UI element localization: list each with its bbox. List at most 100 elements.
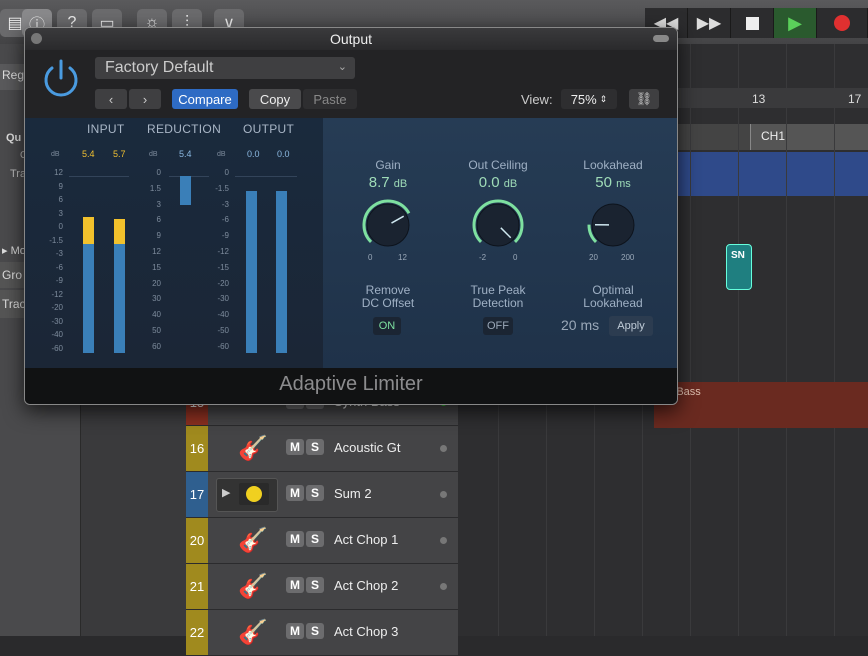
mute-button[interactable]: M (286, 531, 304, 547)
plugin-title-bar[interactable]: Output (25, 28, 677, 50)
mute-button[interactable]: M (286, 623, 304, 639)
meter-scale-tick: -3 (215, 200, 229, 209)
synth-bass-region[interactable]: nth Bass (654, 382, 868, 428)
inspector-group-label[interactable]: Gro (2, 268, 22, 282)
link-toggle-icon[interactable] (653, 35, 669, 42)
link-icon[interactable]: ⛓ (629, 89, 659, 109)
solo-button[interactable]: S (306, 439, 324, 455)
ruler-mark-13: 13 (752, 92, 765, 106)
fast-forward-button[interactable]: ▶▶ (688, 8, 731, 38)
meter-scale-tick: -20 (49, 303, 63, 312)
output-db-unit: dB (217, 151, 226, 158)
track-row[interactable]: 20 🎸 M S Act Chop 1 (186, 518, 458, 564)
mute-button[interactable]: M (286, 485, 304, 501)
paste-button[interactable]: Paste (303, 89, 357, 109)
marker-ch1[interactable]: CH1 (750, 124, 868, 150)
dc-offset-toggle[interactable]: ON (373, 317, 401, 335)
record-button[interactable] (817, 8, 868, 38)
solo-button[interactable]: S (306, 531, 324, 547)
gain-max-label: 12 (398, 253, 407, 262)
folder-stack-icon[interactable]: ▶ (216, 478, 278, 512)
ceiling-knob[interactable] (468, 195, 528, 255)
meter-scale-tick: -12 (215, 247, 229, 256)
track-list: 15 M S Synth Bass 16 🎸 M S Acoustic Gt 1… (186, 380, 458, 636)
dc-offset-label-2: DC Offset (362, 296, 414, 310)
track-name[interactable]: Act Chop 2 (334, 578, 398, 593)
apply-button[interactable]: Apply (609, 316, 653, 336)
lookahead-unit: ms (616, 178, 631, 190)
compare-button[interactable]: Compare (172, 89, 238, 109)
disclosure-triangle-icon[interactable]: ▶ (222, 486, 230, 499)
true-peak-toggle[interactable]: OFF (483, 317, 513, 335)
view-zoom-value: 75% (571, 92, 597, 107)
inspector-track-label[interactable]: Trac (2, 297, 26, 311)
input-peak-right: 5.7 (113, 149, 126, 159)
track-name[interactable]: Act Chop 3 (334, 624, 398, 639)
input-meter-label: INPUT (87, 122, 125, 136)
close-icon[interactable] (31, 33, 42, 44)
previous-preset-button[interactable]: ‹ (95, 89, 127, 109)
reduction-peak: 5.4 (179, 149, 192, 159)
input-scale: 129630-1.5-3-6-9-12-20-30-40-60 (49, 168, 69, 358)
guitar-icon: 🎸 (238, 526, 268, 555)
inspector-more-label[interactable]: ▸ Mo (2, 244, 26, 257)
dc-offset-label: RemoveDC Offset (343, 284, 433, 310)
solo-button[interactable]: S (306, 623, 324, 639)
meter-scale-tick: 15 (147, 263, 161, 272)
track-name[interactable]: Act Chop 1 (334, 532, 398, 547)
meter-scale-tick: -9 (49, 276, 63, 285)
meter-scale-tick: -6 (49, 263, 63, 272)
meter-scale-tick: 0 (147, 168, 161, 177)
plugin-name: Adaptive Limiter (279, 373, 422, 396)
track-row[interactable]: 22 🎸 M S Act Chop 3 (186, 610, 458, 656)
ceiling-label: Out Ceiling (453, 158, 543, 172)
meter-scale-tick: -9 (215, 231, 229, 240)
output-meter-frame (235, 176, 297, 353)
ceiling-value-number: 0.0 (479, 174, 500, 191)
meter-scale-tick: 1.5 (147, 184, 161, 193)
reduction-meter-label: REDUCTION (147, 122, 221, 136)
stop-button[interactable] (731, 8, 774, 38)
output-meter-right (276, 191, 287, 353)
track-number: 17 (186, 472, 208, 517)
optimal-lookahead-label: OptimalLookahead (563, 284, 663, 310)
play-button[interactable]: ▶ (774, 8, 817, 38)
ruler-mark-17: 17 (848, 92, 861, 106)
mute-button[interactable]: M (286, 439, 304, 455)
track-number: 22 (186, 610, 208, 655)
lookahead-label: Lookahead (563, 158, 663, 172)
lookahead-knob[interactable] (583, 195, 643, 255)
input-meter-right-overload (114, 219, 125, 244)
power-icon[interactable] (39, 56, 83, 100)
plugin-footer: Adaptive Limiter (25, 368, 677, 404)
meter-scale-tick: -1.5 (215, 184, 229, 193)
preset-menu[interactable]: Factory Default ⌄ (95, 57, 355, 79)
meter-scale-tick: 0 (215, 168, 229, 177)
true-peak-label-1: True Peak (471, 283, 526, 297)
mute-button[interactable]: M (286, 577, 304, 593)
solo-button[interactable]: S (306, 577, 324, 593)
meter-scale-tick: 30 (147, 294, 161, 303)
plugin-header: Factory Default ⌄ ‹ › Compare Copy Paste… (25, 50, 677, 118)
track-row[interactable]: 21 🎸 M S Act Chop 2 (186, 564, 458, 610)
copy-button[interactable]: Copy (249, 89, 301, 109)
plugin-window: Output Factory Default ⌄ ‹ › Compare Cop… (24, 27, 678, 405)
meter-scale-tick: 6 (49, 195, 63, 204)
solo-button[interactable]: S (306, 485, 324, 501)
ceiling-min-label: -2 (479, 253, 486, 262)
next-preset-button[interactable]: › (129, 89, 161, 109)
track-number: 21 (186, 564, 208, 609)
summing-stack-icon (246, 486, 262, 502)
track-row[interactable]: 16 🎸 M S Acoustic Gt (186, 426, 458, 472)
blue-region[interactable] (676, 152, 868, 196)
output-meter-left (246, 191, 257, 353)
snare-region[interactable]: SN (726, 244, 752, 290)
snare-region-label: SN (731, 250, 745, 261)
track-row[interactable]: 17 ▶ M S Sum 2 (186, 472, 458, 518)
track-name[interactable]: Sum 2 (334, 486, 372, 501)
gain-knob[interactable] (358, 195, 418, 255)
track-name[interactable]: Acoustic Gt (334, 440, 400, 455)
meter-scale-tick: 3 (49, 209, 63, 218)
view-zoom-select[interactable]: 75%⇕ (561, 89, 617, 109)
guitar-icon: 🎸 (238, 434, 268, 463)
